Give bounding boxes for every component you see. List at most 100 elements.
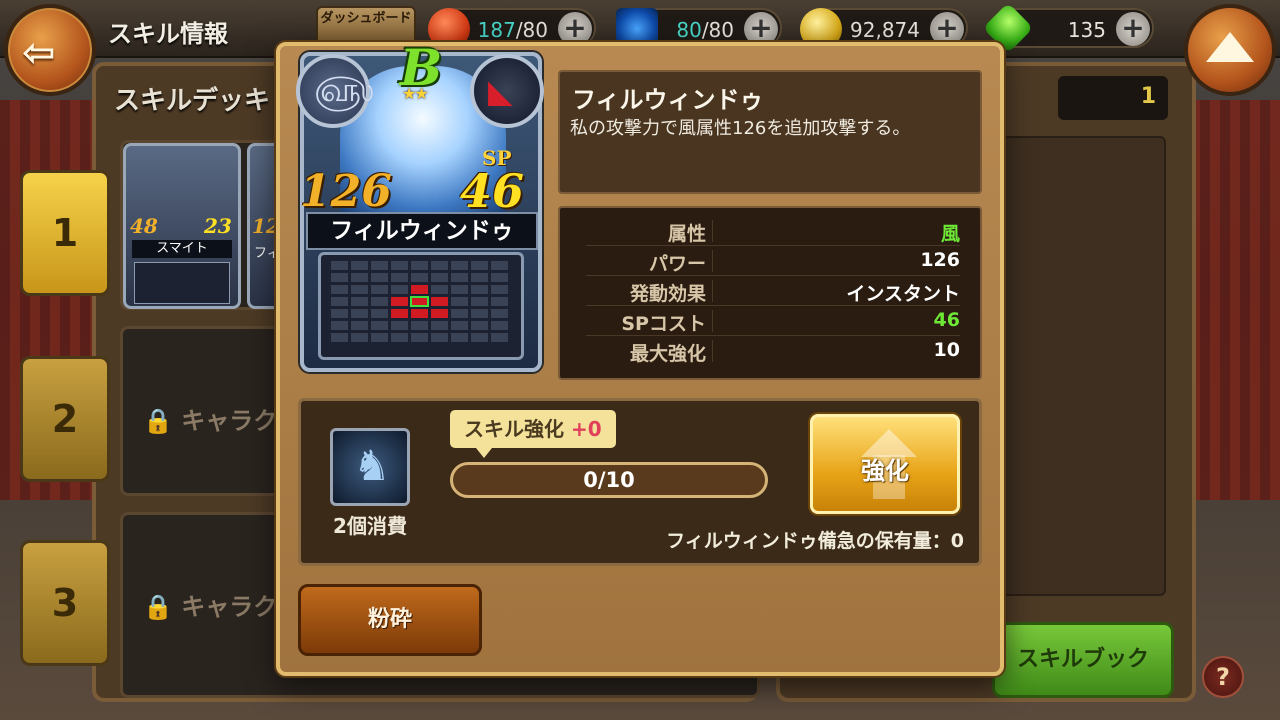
help-icon[interactable]: ?: [1202, 656, 1244, 698]
material-cost: 2個消費: [333, 514, 407, 538]
snow-current: 80: [676, 18, 702, 42]
wind-element-icon: ௵: [296, 54, 374, 128]
grid-cell: [431, 273, 448, 282]
character-silhouette-icon: ♞: [353, 441, 391, 490]
grid-cell: [351, 273, 368, 282]
mini-card-sp: 23: [204, 214, 232, 238]
grid-cell: [391, 321, 408, 330]
grid-cell: [491, 261, 508, 270]
grid-cell: [411, 321, 428, 330]
grid-cell: [491, 297, 508, 306]
skill-list[interactable]: [1002, 136, 1166, 596]
grid-cell: [351, 297, 368, 306]
grid-cell-active: [410, 296, 429, 307]
mini-skill-card-smite[interactable]: 48 23 スマイト: [123, 143, 241, 309]
grid-cell: [471, 297, 488, 306]
grid-cell: [471, 309, 488, 318]
enhance-level: +0: [570, 417, 602, 441]
up-arrow-icon: [1206, 32, 1254, 62]
add-gems-button[interactable]: +: [1116, 12, 1150, 46]
grid-cell: [391, 261, 408, 270]
grid-cell: [371, 273, 388, 282]
grid-cell-active: [431, 309, 448, 318]
grid-cell: [431, 285, 448, 294]
card-sp-cost: 46: [460, 164, 525, 218]
grid-cell: [431, 333, 448, 342]
skill-type-icon: ◣: [470, 54, 544, 128]
page-title: スキル情報: [108, 20, 228, 48]
skill-count-box: 1: [1058, 76, 1168, 120]
mini-card-name: スマイト: [132, 240, 232, 258]
hearts-current: 187: [477, 18, 516, 42]
add-hearts-button[interactable]: +: [558, 12, 592, 46]
grid-cell: [451, 321, 468, 330]
stat-value: 46: [933, 309, 960, 331]
grid-cell-active: [391, 297, 408, 306]
grid-cell: [471, 321, 488, 330]
skill-count: 1: [1140, 84, 1156, 109]
grid-cell: [351, 285, 368, 294]
enhance-button-label: 強化: [861, 457, 909, 485]
range-grid-svg: [331, 261, 508, 342]
grid-cell: [431, 321, 448, 330]
grid-cell: [391, 285, 408, 294]
locked-slot-3-text: キャラク: [181, 593, 278, 621]
deck-slot-tab-2[interactable]: 2: [20, 356, 110, 482]
crush-button[interactable]: 粉砕: [298, 584, 482, 656]
snow-max: /80: [701, 18, 734, 42]
grid-cell-active: [411, 309, 428, 318]
grid-cell-active: [411, 285, 428, 294]
grid-cell: [451, 273, 468, 282]
skillbook-button[interactable]: スキルブック: [992, 622, 1174, 698]
stat-row-effect: 発動効果 インスタント: [586, 276, 960, 306]
grid-cell: [451, 309, 468, 318]
add-gold-button[interactable]: +: [930, 12, 964, 46]
grid-cell: [371, 261, 388, 270]
stat-label: 最大強化: [629, 343, 706, 365]
grid-cell: [351, 333, 368, 342]
grid-cell: [331, 273, 348, 282]
card-power: 126: [300, 166, 392, 217]
grid-cell: [391, 333, 408, 342]
skill-description: 私の攻撃力で風属性126を追加攻撃する。: [570, 118, 911, 139]
grid-cell: [491, 321, 508, 330]
add-snow-button[interactable]: +: [744, 12, 778, 46]
grid-cell: [391, 273, 408, 282]
stock-amount: フィルウィンドゥ備急の保有量：0: [666, 530, 964, 552]
lock-icon: 🔒: [143, 593, 173, 621]
stat-label: 属性: [667, 223, 706, 245]
grid-cell: [491, 333, 508, 342]
grid-cell: [491, 309, 508, 318]
grid-cell: [491, 285, 508, 294]
stat-label: SPコスト: [621, 313, 706, 335]
deck-slot-tab-1[interactable]: 1: [20, 170, 110, 296]
grid-cell: [371, 321, 388, 330]
up-button[interactable]: [1184, 4, 1276, 96]
card-name: フィルウィンドゥ: [306, 212, 538, 250]
locked-slot-2-text: キャラク: [181, 407, 278, 435]
lock-icon: 🔒: [143, 407, 173, 435]
deck-slot-tab-3[interactable]: 3: [20, 540, 110, 666]
stat-value: 10: [933, 339, 960, 361]
grid-cell: [411, 273, 428, 282]
stat-row-element: 属性 風: [586, 216, 960, 246]
skill-range-grid: [318, 252, 524, 360]
grid-cell-active: [431, 297, 448, 306]
stat-row-sp-cost: SPコスト 46: [586, 306, 960, 336]
grid-cell: [431, 261, 448, 270]
mini-card-power: 48: [130, 214, 158, 238]
grid-cell-active: [391, 309, 408, 318]
stat-value: 126: [920, 249, 960, 271]
enhance-button[interactable]: 強化: [810, 414, 960, 514]
material-icon: ♞: [330, 428, 410, 506]
grid-cell: [471, 261, 488, 270]
grid-cell: [331, 321, 348, 330]
grid-cell: [451, 285, 468, 294]
back-button[interactable]: ⇦: [4, 4, 96, 96]
locked-slot-3: 🔒 キャラク: [143, 587, 277, 622]
grid-cell: [371, 285, 388, 294]
grid-cell: [451, 333, 468, 342]
gem-amount: 135: [1067, 18, 1106, 42]
gold-amount: 92,874: [850, 18, 920, 42]
grid-cell: [471, 273, 488, 282]
